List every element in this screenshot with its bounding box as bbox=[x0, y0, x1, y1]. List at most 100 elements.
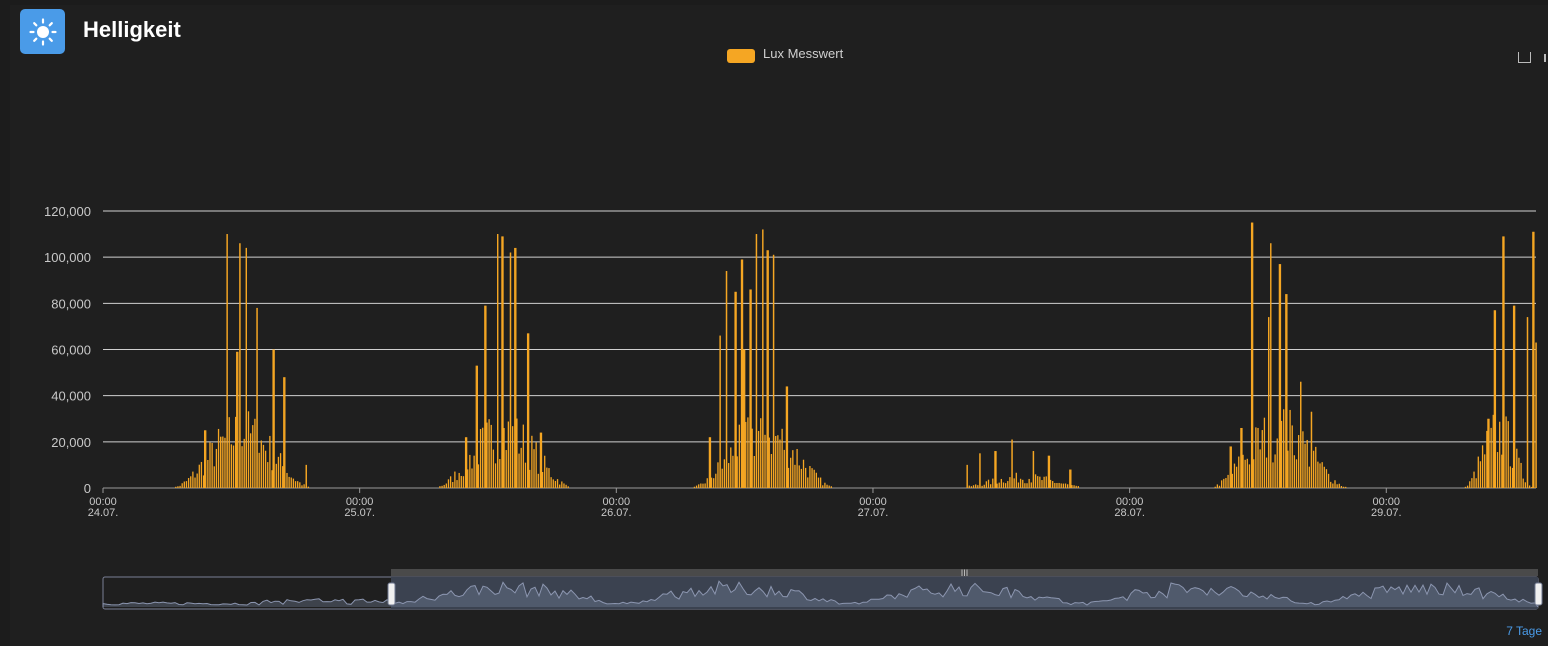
bar bbox=[794, 464, 796, 488]
bar bbox=[1466, 485, 1469, 488]
bar bbox=[1056, 483, 1058, 488]
bar bbox=[209, 442, 211, 488]
bar bbox=[1310, 411, 1313, 488]
bar bbox=[1261, 430, 1263, 488]
bar bbox=[1058, 482, 1060, 488]
bar bbox=[987, 479, 990, 488]
bar bbox=[462, 476, 465, 488]
bar bbox=[695, 485, 698, 488]
bar bbox=[744, 349, 746, 488]
bar bbox=[528, 333, 530, 488]
x-tick-date: 26.07. bbox=[601, 507, 632, 519]
bar bbox=[443, 484, 445, 488]
bar-series bbox=[175, 222, 1537, 488]
x-axis-labels: 00:0024.07.00:0025.07.00:0026.07.00:0027… bbox=[88, 488, 1402, 519]
bar bbox=[783, 449, 785, 488]
bar bbox=[1300, 381, 1302, 488]
navigator-handle-left[interactable] bbox=[387, 582, 396, 606]
bar bbox=[1244, 459, 1246, 488]
bar bbox=[977, 485, 979, 488]
bar bbox=[719, 335, 721, 488]
bar bbox=[552, 479, 554, 488]
bar bbox=[767, 250, 769, 488]
bar bbox=[1241, 427, 1243, 488]
bar bbox=[228, 417, 230, 488]
scrollbar-grip-icon[interactable]: III bbox=[961, 568, 969, 578]
bar bbox=[181, 483, 183, 488]
bar bbox=[460, 475, 462, 488]
bar bbox=[262, 444, 265, 488]
bar bbox=[698, 484, 700, 488]
bar bbox=[1518, 457, 1520, 488]
bar bbox=[476, 365, 478, 488]
bar bbox=[1070, 469, 1072, 488]
bar bbox=[239, 243, 241, 488]
bar bbox=[1073, 485, 1075, 488]
bar bbox=[299, 482, 301, 488]
bar bbox=[1268, 317, 1270, 488]
bar bbox=[456, 480, 458, 488]
bar bbox=[452, 482, 454, 488]
bar bbox=[1319, 463, 1321, 488]
bar bbox=[1291, 425, 1293, 488]
bar bbox=[1327, 473, 1330, 488]
y-axis-labels: 0 20,000 40,000 60,000 80,000 100,000 120,000 bbox=[44, 204, 91, 496]
bar bbox=[1064, 483, 1067, 488]
bar bbox=[715, 473, 717, 488]
y-tick-label: 100,000 bbox=[44, 250, 91, 265]
bar bbox=[247, 411, 250, 488]
bar bbox=[1496, 452, 1499, 488]
bar bbox=[567, 486, 569, 488]
bar bbox=[1502, 236, 1504, 488]
bar bbox=[548, 468, 550, 488]
bar bbox=[252, 425, 254, 488]
bar bbox=[1302, 431, 1304, 488]
bar bbox=[1336, 484, 1338, 488]
bar bbox=[292, 478, 295, 488]
range-selector-label[interactable]: 7 Tage bbox=[1506, 624, 1542, 638]
bar bbox=[807, 477, 809, 488]
bar bbox=[1045, 476, 1047, 488]
bar bbox=[1464, 486, 1467, 488]
bar bbox=[1032, 451, 1035, 488]
bar bbox=[1312, 450, 1315, 488]
bar bbox=[1330, 481, 1332, 488]
bar bbox=[1015, 472, 1017, 488]
bar bbox=[992, 478, 994, 488]
bar bbox=[1024, 483, 1026, 488]
bar bbox=[828, 485, 830, 488]
bar bbox=[1526, 317, 1529, 488]
bar bbox=[1062, 483, 1065, 488]
bar bbox=[1522, 478, 1524, 488]
bar bbox=[511, 426, 514, 488]
bar bbox=[1487, 418, 1489, 488]
bar bbox=[817, 477, 820, 488]
bar bbox=[290, 477, 292, 488]
bar bbox=[269, 435, 271, 488]
bar bbox=[190, 476, 192, 488]
bar bbox=[1238, 456, 1240, 488]
bar bbox=[1306, 439, 1308, 488]
bar bbox=[1473, 471, 1475, 488]
y-tick-label: 60,000 bbox=[51, 343, 91, 358]
navigator-handle-right[interactable] bbox=[1534, 582, 1543, 606]
bar bbox=[439, 486, 441, 488]
bar bbox=[1223, 478, 1225, 488]
bar bbox=[1077, 486, 1079, 488]
bar bbox=[1052, 481, 1054, 488]
bar bbox=[985, 481, 988, 488]
bar bbox=[1067, 484, 1069, 488]
bar bbox=[717, 462, 719, 488]
bar bbox=[471, 468, 473, 488]
bar bbox=[815, 472, 817, 488]
bar bbox=[494, 463, 497, 488]
bar bbox=[217, 428, 220, 488]
bar bbox=[1041, 480, 1043, 488]
bar bbox=[1477, 456, 1479, 488]
bar bbox=[975, 484, 977, 488]
bar bbox=[1276, 438, 1278, 488]
bar bbox=[279, 453, 282, 488]
bar bbox=[728, 463, 730, 488]
x-tick-date: 24.07. bbox=[88, 507, 119, 519]
bar bbox=[533, 449, 535, 488]
